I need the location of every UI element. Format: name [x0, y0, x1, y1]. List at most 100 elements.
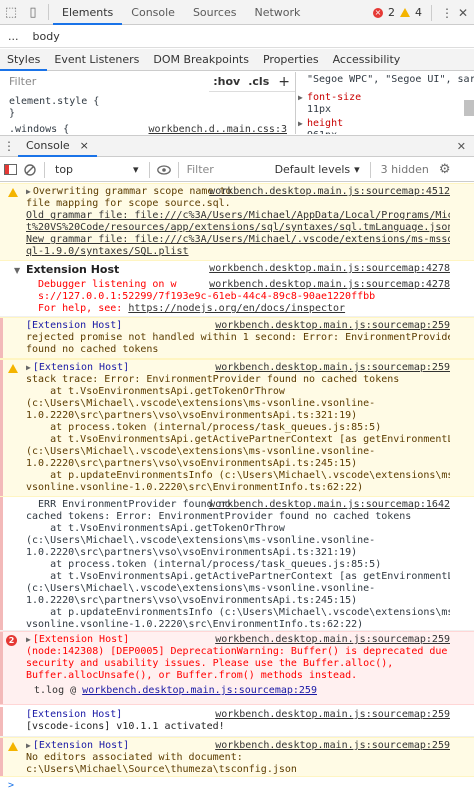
message-line: at p.updateEnvironmentsInfo (c:\Users\Mi… [26, 607, 450, 618]
warning-icon [8, 364, 18, 373]
styles-pane: :hov .cls + element.style { } .windows {… [0, 71, 296, 135]
group-indent-bar [0, 360, 3, 496]
gear-icon[interactable]: ⚙ [435, 162, 455, 177]
group-indent-bar [0, 318, 3, 358]
tab-properties[interactable]: Properties [256, 49, 326, 71]
drawer-menu-icon[interactable]: ⋮ [0, 139, 18, 153]
breadcrumb-ellipsis[interactable]: ... [8, 30, 19, 43]
hover-state-button[interactable]: :hov [209, 75, 244, 88]
message-source-link[interactable]: workbench.desktop.main.js:sourcemap:259 [215, 634, 450, 646]
error-count[interactable]: 2 [388, 6, 395, 19]
element-style-rule[interactable]: element.style { } [0, 92, 295, 124]
message-line: For help, see: https://nodejs.org/en/doc… [38, 303, 346, 314]
class-toggle-button[interactable]: .cls [244, 75, 273, 88]
expand-arrow-icon[interactable]: ▶ [26, 187, 31, 196]
element-style-selector: element.style { [9, 96, 100, 107]
expand-arrow-icon[interactable]: ▶ [298, 118, 303, 130]
message-line[interactable]: s://127.0.0.1:52299/7f193e9c-61eb-44c4-8… [38, 291, 450, 303]
styles-filter-input[interactable] [0, 71, 210, 92]
breadcrumb: ... body [0, 26, 474, 48]
message-source-link[interactable]: workbench.desktop.main.js:sourcemap:4278 [209, 263, 450, 275]
message-line[interactable]: ql-1.9.0/syntaxes/SQL.plist [26, 246, 450, 258]
message-line: at t.VsoEnvironmentsApi.getActivePartner… [26, 434, 450, 445]
toolbar-divider [44, 161, 45, 178]
execution-context-select[interactable]: top ▾ [49, 161, 145, 179]
expand-arrow-icon[interactable]: ▶ [298, 92, 303, 104]
console-filter-input[interactable] [182, 160, 269, 179]
expand-arrow-icon[interactable]: ▶ [26, 635, 31, 644]
error-icon[interactable]: × [372, 7, 383, 18]
console-message-warning: workbench.desktop.main.js:sourcemap:4512… [0, 183, 474, 261]
tab-network[interactable]: Network [245, 0, 309, 25]
device-toolbar-icon[interactable]: ▯ [22, 0, 44, 24]
message-line: Buffer.allocUnsafe(), or Buffer.from() m… [26, 670, 358, 681]
message-line: at p.updateEnvironmentsInfo (c:\Users\Mi… [26, 470, 450, 481]
message-source-link[interactable]: workbench.desktop.main.js:sourcemap:1642 [209, 499, 450, 511]
computed-prop-name: height [307, 118, 344, 129]
console-group-extension-host[interactable]: ▼ Extension Host workbench.desktop.main.… [0, 261, 474, 277]
group-title: Extension Host [26, 263, 120, 276]
collapse-arrow-icon[interactable]: ▼ [14, 266, 20, 275]
message-line: 1.0.2220\src\partners\vso\vsoEnvironment… [26, 547, 358, 558]
message-line: at process.token (internal/process/task_… [26, 559, 382, 570]
message-source-link[interactable]: workbench.desktop.main.js:sourcemap:259 [215, 709, 450, 721]
warning-icon [8, 742, 18, 751]
toolbar-divider [430, 4, 432, 21]
computed-font-family: "Segoe WPC", "Segoe UI", sar [307, 74, 474, 85]
drawer-tab-console[interactable]: Console × [18, 136, 97, 157]
console-drawer-header: ⋮ Console × ✕ [0, 135, 474, 157]
computed-prop-name: font-size [307, 92, 362, 103]
message-source-link[interactable]: workbench.desktop.main.js:sourcemap:4512 [209, 186, 450, 198]
message-source-link[interactable]: workbench.desktop.main.js:sourcemap:259 [215, 740, 450, 752]
close-devtools-icon[interactable]: ✕ [458, 6, 468, 20]
devtools-main-toolbar: ⬚ ▯ Elements Console Sources Network × 2… [0, 0, 474, 25]
new-style-rule-button[interactable]: + [273, 74, 295, 90]
message-source-link[interactable]: workbench.desktop.main.js:sourcemap:259 [215, 362, 450, 374]
close-drawer-icon[interactable]: ✕ [457, 140, 466, 153]
tab-styles[interactable]: Styles [0, 49, 48, 71]
drawer-tab-close-icon[interactable]: × [80, 135, 89, 156]
tab-sources[interactable]: Sources [184, 0, 246, 25]
console-messages: workbench.desktop.main.js:sourcemap:4512… [0, 183, 474, 812]
message-source-link[interactable]: workbench.desktop.main.js:sourcemap:4278 [209, 279, 450, 291]
log-levels-label: Default levels [274, 163, 351, 176]
message-source-link[interactable]: workbench.desktop.main.js:sourcemap:259 [215, 320, 450, 332]
tab-console[interactable]: Console [122, 0, 184, 25]
inspect-element-icon[interactable]: ⬚ [0, 0, 22, 24]
sidebar-toggle-icon[interactable] [0, 158, 20, 182]
tab-dom-breakpoints[interactable]: DOM Breakpoints [146, 49, 256, 71]
expand-arrow-icon[interactable]: ▶ [26, 741, 31, 750]
message-line[interactable]: New grammar file: file:///c%3A/Users/Mic… [26, 234, 450, 246]
computed-scrollbar[interactable] [464, 100, 474, 116]
error-count-badge: 2 [6, 635, 17, 646]
console-message-warning: workbench.desktop.main.js:sourcemap:259 … [0, 737, 474, 777]
console-prompt[interactable]: > [0, 777, 474, 795]
message-line: found no cached tokens [26, 344, 159, 355]
breadcrumb-body[interactable]: body [33, 30, 60, 43]
warning-count[interactable]: 4 [415, 6, 422, 19]
chevron-down-icon: ▾ [354, 163, 360, 176]
warning-icon[interactable] [399, 8, 410, 17]
message-line: rejected promise not handled within 1 se… [26, 332, 450, 343]
group-indent-bar [0, 497, 3, 630]
clear-console-icon[interactable] [20, 158, 40, 182]
message-line: 1.0.2220\src\partners\vso\vsoEnvironment… [26, 458, 358, 469]
console-message-warning: workbench.desktop.main.js:sourcemap:259 … [0, 359, 474, 497]
tab-event-listeners[interactable]: Event Listeners [47, 49, 146, 71]
computed-row-height[interactable]: ▶ height [298, 118, 474, 130]
log-levels-select[interactable]: Default levels ▾ [269, 163, 366, 176]
tab-elements[interactable]: Elements [53, 0, 123, 25]
message-line: [vscode-icons] v10.1.1 activated! [26, 721, 225, 732]
live-expression-eye-icon[interactable] [154, 158, 174, 182]
message-line: at t.VsoEnvironmentsApi.getActivePartner… [26, 571, 450, 582]
expand-arrow-icon[interactable]: ▶ [26, 363, 31, 372]
console-message-log: workbench.desktop.main.js:sourcemap:1642… [0, 497, 474, 631]
computed-row-font-size[interactable]: ▶ font-size [298, 92, 474, 104]
toolbar-right: × 2 4 ⋮ ✕ [372, 0, 474, 25]
message-line[interactable]: Old grammar file: file:///c%3A/Users/Mic… [26, 210, 450, 222]
more-options-icon[interactable]: ⋮ [441, 6, 453, 20]
message-line: (node:142308) [DEP0005] DeprecationWarni… [26, 646, 450, 657]
message-line[interactable]: t%20VS%20Code/resources/app/extensions/s… [26, 222, 450, 234]
context-value: top [55, 163, 74, 176]
tab-accessibility[interactable]: Accessibility [326, 49, 408, 71]
